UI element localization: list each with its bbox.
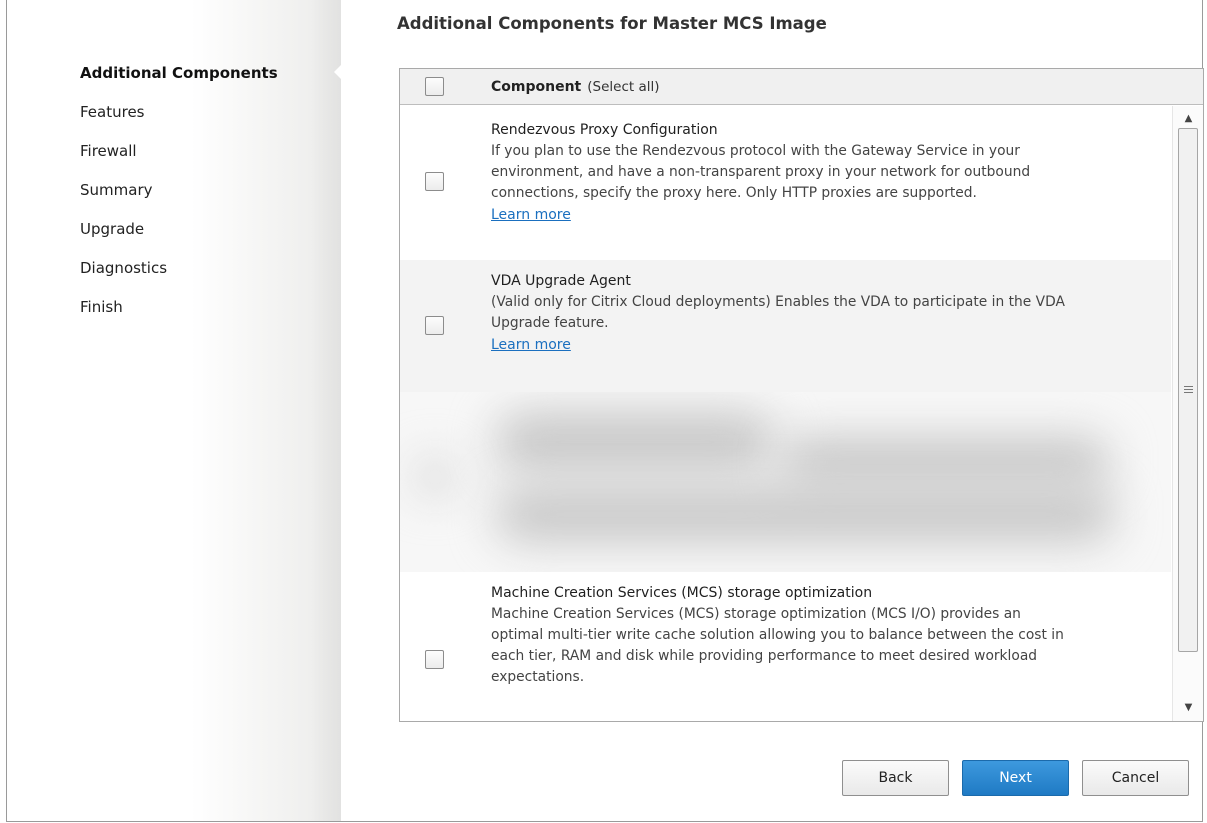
- learn-more-link[interactable]: Learn more: [491, 205, 571, 226]
- component-title: Machine Creation Services (MCS) storage …: [491, 585, 873, 601]
- component-description-line: (Valid only for Citrix Cloud deployments…: [491, 294, 1065, 310]
- sidebar-nav: Additional Components Features Firewall …: [80, 60, 278, 333]
- list-item-rendezvous-proxy: Rendezvous Proxy Configuration If you pl…: [400, 106, 1171, 260]
- sidebar-item-firewall[interactable]: Firewall: [80, 138, 278, 177]
- component-description-line: expectations.: [491, 669, 585, 685]
- sidebar-shade: [311, 0, 341, 821]
- components-list: Rendezvous Proxy Configuration If you pl…: [400, 106, 1171, 721]
- active-step-pointer: [334, 64, 342, 80]
- sidebar-item-features[interactable]: Features: [80, 99, 278, 138]
- sidebar-item-finish[interactable]: Finish: [80, 294, 278, 333]
- component-description-line: Machine Creation Services (MCS) storage …: [491, 606, 1021, 622]
- blur-region: [415, 457, 455, 497]
- column-header-label: Component: [491, 79, 582, 95]
- column-header: Component (Select all): [491, 79, 660, 95]
- component-title: VDA Upgrade Agent: [491, 273, 631, 289]
- next-button[interactable]: Next: [962, 760, 1069, 796]
- list-item-content: Rendezvous Proxy Configuration If you pl…: [491, 120, 1171, 226]
- page-title: Additional Components for Master MCS Ima…: [397, 14, 827, 33]
- list-item-mcs-storage-optimization: Machine Creation Services (MCS) storage …: [400, 572, 1171, 721]
- mcs-storage-optimization-checkbox[interactable]: [425, 650, 444, 669]
- sidebar-item-diagnostics[interactable]: Diagnostics: [80, 255, 278, 294]
- components-table: Component (Select all) Rendezvous Proxy C…: [399, 68, 1204, 722]
- sidebar-item-additional-components[interactable]: Additional Components: [80, 60, 278, 99]
- component-description-line: optimal multi-tier write cache solution …: [491, 627, 1064, 643]
- blur-region: [780, 437, 1110, 487]
- component-description-line: environment, and have a non-transparent …: [491, 164, 1031, 180]
- rendezvous-proxy-checkbox[interactable]: [425, 172, 444, 191]
- back-button[interactable]: Back: [842, 760, 949, 796]
- table-header: Component (Select all): [400, 69, 1203, 105]
- blur-region: [495, 412, 775, 472]
- component-title: Rendezvous Proxy Configuration: [491, 122, 718, 138]
- installer-window: Additional Components Features Firewall …: [6, 0, 1204, 822]
- blur-region: [495, 487, 1115, 542]
- grip-icon: [1184, 386, 1193, 393]
- list-item-content: VDA Upgrade Agent (Valid only for Citrix…: [491, 271, 1171, 356]
- scrollbar-thumb[interactable]: [1178, 128, 1198, 652]
- vertical-scrollbar[interactable]: ▲ ▼: [1172, 106, 1203, 721]
- select-all-checkbox[interactable]: [425, 77, 444, 96]
- component-description-line: connections, specify the proxy here. Onl…: [491, 185, 977, 201]
- cancel-button[interactable]: Cancel: [1082, 760, 1189, 796]
- vda-upgrade-agent-checkbox[interactable]: [425, 316, 444, 335]
- sidebar-item-summary[interactable]: Summary: [80, 177, 278, 216]
- scroll-down-arrow-icon[interactable]: ▼: [1173, 695, 1204, 721]
- blurred-list-item: [400, 392, 1171, 572]
- component-description-line: each tier, RAM and disk while providing …: [491, 648, 1038, 664]
- select-all-label[interactable]: (Select all): [587, 79, 659, 95]
- component-description-line: If you plan to use the Rendezvous protoc…: [491, 143, 1020, 159]
- sidebar: Additional Components Features Firewall …: [7, 0, 341, 821]
- sidebar-item-upgrade[interactable]: Upgrade: [80, 216, 278, 255]
- list-item-content: Machine Creation Services (MCS) storage …: [491, 583, 1171, 688]
- list-item-vda-upgrade-agent: VDA Upgrade Agent (Valid only for Citrix…: [400, 260, 1171, 392]
- component-description-line: Upgrade feature.: [491, 315, 609, 331]
- learn-more-link[interactable]: Learn more: [491, 335, 571, 356]
